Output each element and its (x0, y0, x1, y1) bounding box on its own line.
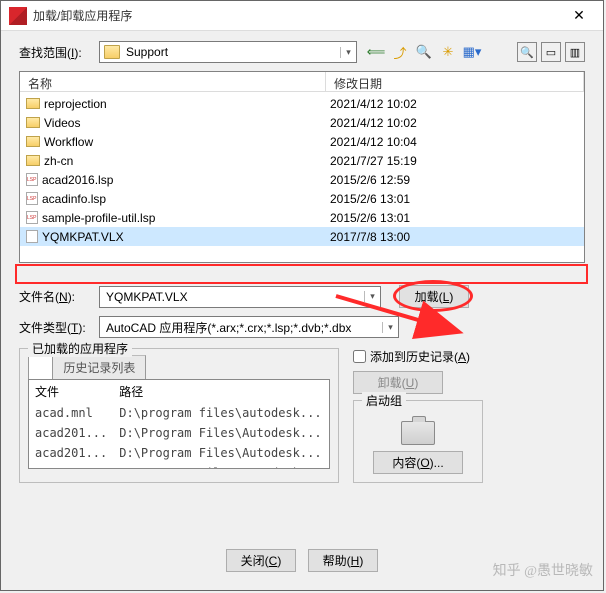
views-icon[interactable]: ▦▾ (463, 43, 481, 61)
filename-row: 文件名(N): YQMKPAT.VLX ▾ 加载(L) (19, 285, 585, 308)
add-history-input[interactable] (353, 350, 366, 363)
dialog-footer: 关闭(C) 帮助(H) (1, 549, 603, 572)
loaded-apps-group: 已加载的应用程序 历史记录列表 文件 路径 acad.mnlD:\program… (19, 348, 339, 483)
lsp-icon (26, 173, 38, 186)
file-row[interactable]: acad2016.lsp 2015/2/6 12:59 (20, 170, 584, 189)
folder-icon (26, 136, 40, 147)
file-row[interactable]: sample-profile-util.lsp 2015/2/6 13:01 (20, 208, 584, 227)
preview-icon[interactable]: 🔍 (517, 42, 537, 62)
file-date: 2015/2/6 12:59 (326, 173, 578, 187)
loaded-file: acad201... (29, 423, 113, 443)
file-name: Workflow (44, 135, 93, 149)
add-history-checkbox[interactable]: 添加到历史记录(A) (353, 348, 585, 365)
loaded-file: acad201... (29, 443, 113, 463)
lookin-value: Support (124, 45, 340, 59)
help-button[interactable]: 帮助(H) (308, 549, 378, 572)
lookin-row: 查找范围(I): Support ▾ ⟸ ⤴ 🔍 ✳ ▦▾ 🔍 ▭ ▥ (19, 41, 585, 63)
file-date: 2021/7/27 15:19 (326, 154, 578, 168)
close-button[interactable]: 关闭(C) (226, 549, 296, 572)
nav-toolbar: ⟸ ⤴ 🔍 ✳ ▦▾ (367, 43, 481, 61)
up-icon[interactable]: ⤴ (391, 43, 409, 61)
filename-value: YQMKPAT.VLX (100, 290, 364, 304)
lsp-icon (26, 192, 38, 205)
chevron-down-icon[interactable]: ▾ (382, 322, 398, 333)
back-icon[interactable]: ⟸ (367, 43, 385, 61)
folder-icon (26, 98, 40, 109)
file-date: 2015/2/6 13:01 (326, 192, 578, 206)
loaded-apps-label: 已加载的应用程序 (28, 340, 132, 357)
file-row[interactable]: acadinfo.lsp 2015/2/6 13:01 (20, 189, 584, 208)
lookin-label: 查找范围(I): (19, 44, 99, 61)
file-name: Videos (44, 116, 80, 130)
file-name: acad2016.lsp (42, 173, 113, 187)
loaded-col-path[interactable]: 路径 (113, 380, 329, 403)
loaded-path: D:\Program Files\Autodesk... (113, 463, 329, 469)
loaded-file: acapp.arx (29, 463, 113, 469)
tab-history[interactable]: 历史记录列表 (52, 355, 146, 379)
file-date: 2021/4/12 10:04 (326, 135, 578, 149)
startup-group: 启动组 内容(O)... (353, 400, 483, 483)
file-icon (26, 230, 38, 243)
file-name: reprojection (44, 97, 107, 111)
col-date[interactable]: 修改日期 (326, 72, 584, 91)
loaded-list[interactable]: 文件 路径 acad.mnlD:\program files\autodesk.… (28, 379, 330, 469)
folder-icon (26, 117, 40, 128)
contents-button[interactable]: 内容(O)... (373, 451, 463, 474)
chevron-down-icon[interactable]: ▾ (364, 291, 380, 302)
folder-icon (26, 155, 40, 166)
filename-combo[interactable]: YQMKPAT.VLX ▾ (99, 286, 381, 308)
tools-icon[interactable]: ▭ (541, 42, 561, 62)
file-name: YQMKPAT.VLX (42, 230, 124, 244)
window-title: 加载/卸载应用程序 (33, 7, 557, 24)
file-name: acadinfo.lsp (42, 192, 106, 206)
file-row[interactable]: zh-cn 2021/7/27 15:19 (20, 151, 584, 170)
loaded-col-file[interactable]: 文件 (29, 380, 113, 403)
loaded-path: D:\program files\autodesk... (113, 403, 329, 423)
loaded-path: D:\Program Files\Autodesk... (113, 423, 329, 443)
chevron-down-icon[interactable]: ▾ (340, 47, 356, 58)
col-name[interactable]: 名称 (20, 72, 326, 91)
menu-icon[interactable]: ▥ (565, 42, 585, 62)
filename-label: 文件名(N): (19, 288, 99, 305)
loaded-row[interactable]: acad201...D:\Program Files\Autodesk... (29, 443, 329, 463)
file-date: 2017/7/8 13:00 (326, 230, 578, 244)
file-row[interactable]: Workflow 2021/4/12 10:04 (20, 132, 584, 151)
loaded-row[interactable]: acapp.arxD:\Program Files\Autodesk... (29, 463, 329, 469)
filetype-row: 文件类型(T): AutoCAD 应用程序(*.arx;*.crx;*.lsp;… (19, 316, 585, 338)
tab-loaded[interactable] (28, 355, 53, 379)
file-row[interactable]: reprojection 2021/4/12 10:02 (20, 94, 584, 113)
file-row[interactable]: YQMKPAT.VLX 2017/7/8 13:00 (20, 227, 584, 246)
filetype-combo[interactable]: AutoCAD 应用程序(*.arx;*.crx;*.lsp;*.dvb;*.d… (99, 316, 399, 338)
startup-label: 启动组 (362, 392, 406, 409)
file-list[interactable]: 名称 修改日期 reprojection2021/4/12 10:02Video… (19, 71, 585, 263)
folder-icon (104, 45, 120, 59)
list-header: 名称 修改日期 (20, 72, 584, 92)
file-date: 2015/2/6 13:01 (326, 211, 578, 225)
search-icon[interactable]: 🔍 (415, 43, 433, 61)
titlebar: 加载/卸载应用程序 ✕ (1, 1, 603, 31)
lsp-icon (26, 211, 38, 224)
window-close-button[interactable]: ✕ (557, 1, 601, 31)
file-date: 2021/4/12 10:02 (326, 116, 578, 130)
file-name: sample-profile-util.lsp (42, 211, 155, 225)
filetype-value: AutoCAD 应用程序(*.arx;*.crx;*.lsp;*.dvb;*.d… (100, 319, 382, 336)
loaded-row[interactable]: acad201...D:\Program Files\Autodesk... (29, 423, 329, 443)
new-folder-icon[interactable]: ✳ (439, 43, 457, 61)
loaded-file: acad.mnl (29, 403, 113, 423)
lookin-combo[interactable]: Support ▾ (99, 41, 357, 63)
filetype-label: 文件类型(T): (19, 319, 99, 336)
load-button[interactable]: 加载(L) (399, 285, 469, 308)
loaded-path: D:\Program Files\Autodesk... (113, 443, 329, 463)
briefcase-icon[interactable] (401, 421, 435, 445)
file-name: zh-cn (44, 154, 73, 168)
app-logo-icon (9, 7, 27, 25)
file-row[interactable]: Videos 2021/4/12 10:02 (20, 113, 584, 132)
unload-button[interactable]: 卸载(U) (353, 371, 443, 394)
file-date: 2021/4/12 10:02 (326, 97, 578, 111)
loaded-row[interactable]: acad.mnlD:\program files\autodesk... (29, 403, 329, 423)
